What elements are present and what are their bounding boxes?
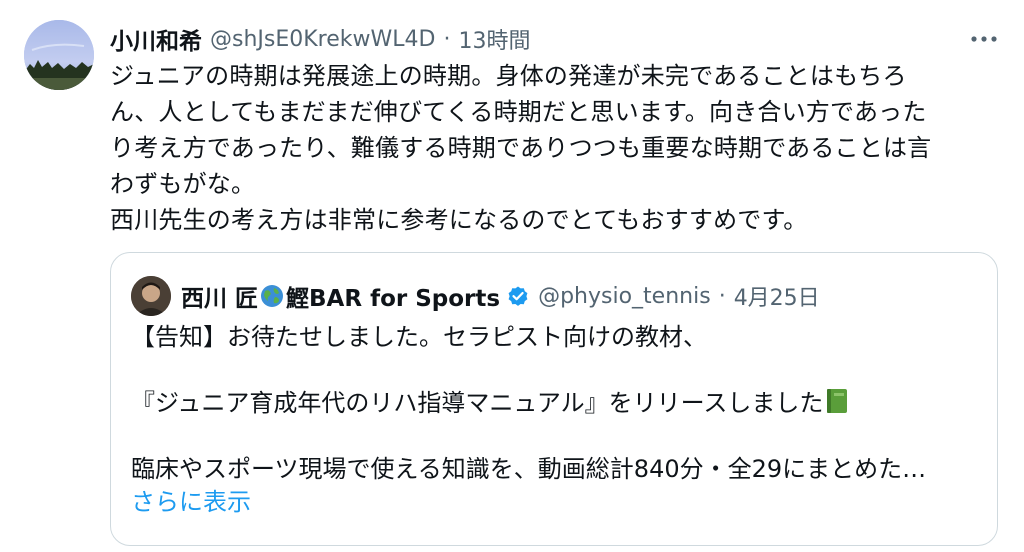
quoted-meta-separator: · [718,283,726,309]
quoted-author-name-part2: 鰹BAR for Sports [286,286,501,312]
quoted-tweet[interactable]: 西川 匠 鰹BAR for Sports @physio_tennis · 4月… [110,252,998,546]
author-handle[interactable]: @shJsE0KrekwWL4D [210,27,435,52]
globe-icon [261,285,284,307]
verified-badge-icon [508,286,528,306]
quoted-text-line-with-emoji: 『ジュニア育成年代のリハ指導マニュアル』をリリースしました [131,387,981,420]
tweet-text: ジュニアの時期は発展途上の時期。身体の発達が未完であることはもちろ ん、人として… [110,62,932,234]
author-name[interactable]: 小川和希 [110,22,202,56]
avatar-landscape-image [24,20,94,90]
quoted-tweet-date[interactable]: 4月25日 [734,280,820,312]
tweet-timestamp[interactable]: 13時間 [458,23,530,55]
quoted-author-name-part1: 西川 匠 [181,286,259,312]
more-options-button[interactable] [966,22,1002,56]
green-book-icon [827,389,848,413]
meta-separator: · [443,26,451,52]
author-avatar[interactable] [24,20,94,90]
quoted-tweet-text: 【告知】お待たせしました。セラピスト向けの教材、 『ジュニア育成年代のリハ指導マ… [131,321,981,519]
avatar-person-image [131,276,171,316]
quoted-tweet-header: 西川 匠 鰹BAR for Sports @physio_tennis · 4月… [131,275,820,317]
quoted-author-avatar[interactable] [131,276,171,316]
show-more-link[interactable]: さらに表示 [131,488,251,516]
quoted-text-line: 【告知】お待たせしました。セラピスト向けの教材、 [131,323,707,351]
tweet[interactable]: 小川和希 @shJsE0KrekwWL4D · 13時間 ジュニアの時期は発展途… [0,0,1024,552]
quoted-text-line: 臨床やスポーツ現場で使える知識を、動画総計840分・全29にまとめた… [131,455,927,483]
tweet-header: 小川和希 @shJsE0KrekwWL4D · 13時間 [110,22,1004,56]
more-horizontal-icon [971,36,997,42]
quoted-text-line: 『ジュニア育成年代のリハ指導マニュアル』をリリースしました [131,389,824,417]
quoted-author-name[interactable]: 西川 匠 鰹BAR for Sports [181,279,500,313]
quoted-author-handle[interactable]: @physio_tennis [538,284,711,309]
